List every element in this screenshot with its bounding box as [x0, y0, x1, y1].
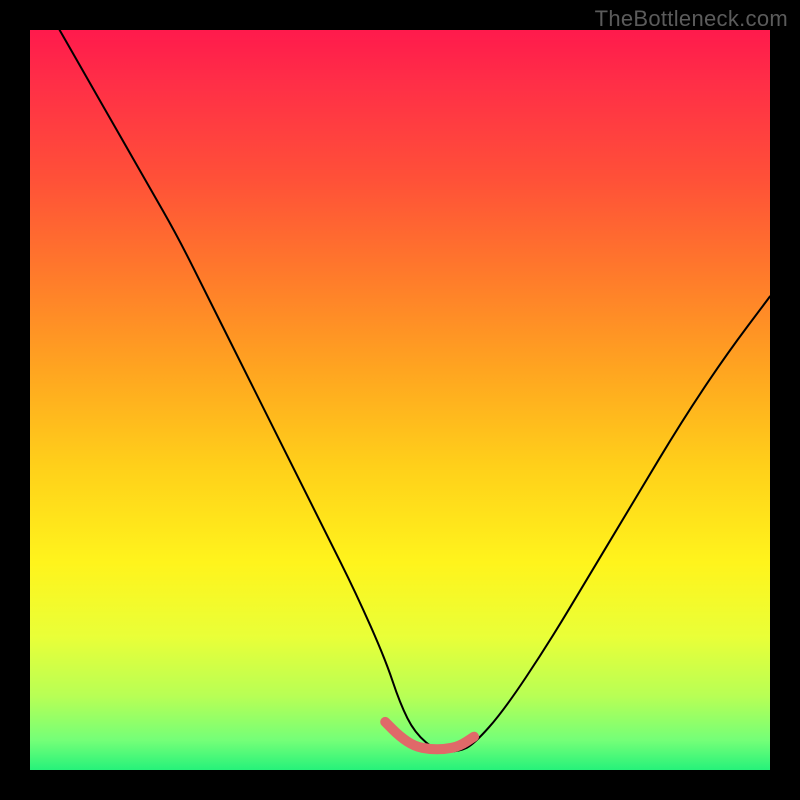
chart-frame: TheBottleneck.com [0, 0, 800, 800]
bottleneck-curve [60, 30, 770, 752]
chart-svg [30, 30, 770, 770]
plot-area [30, 30, 770, 770]
watermark: TheBottleneck.com [595, 6, 788, 32]
optimal-band [385, 722, 474, 749]
